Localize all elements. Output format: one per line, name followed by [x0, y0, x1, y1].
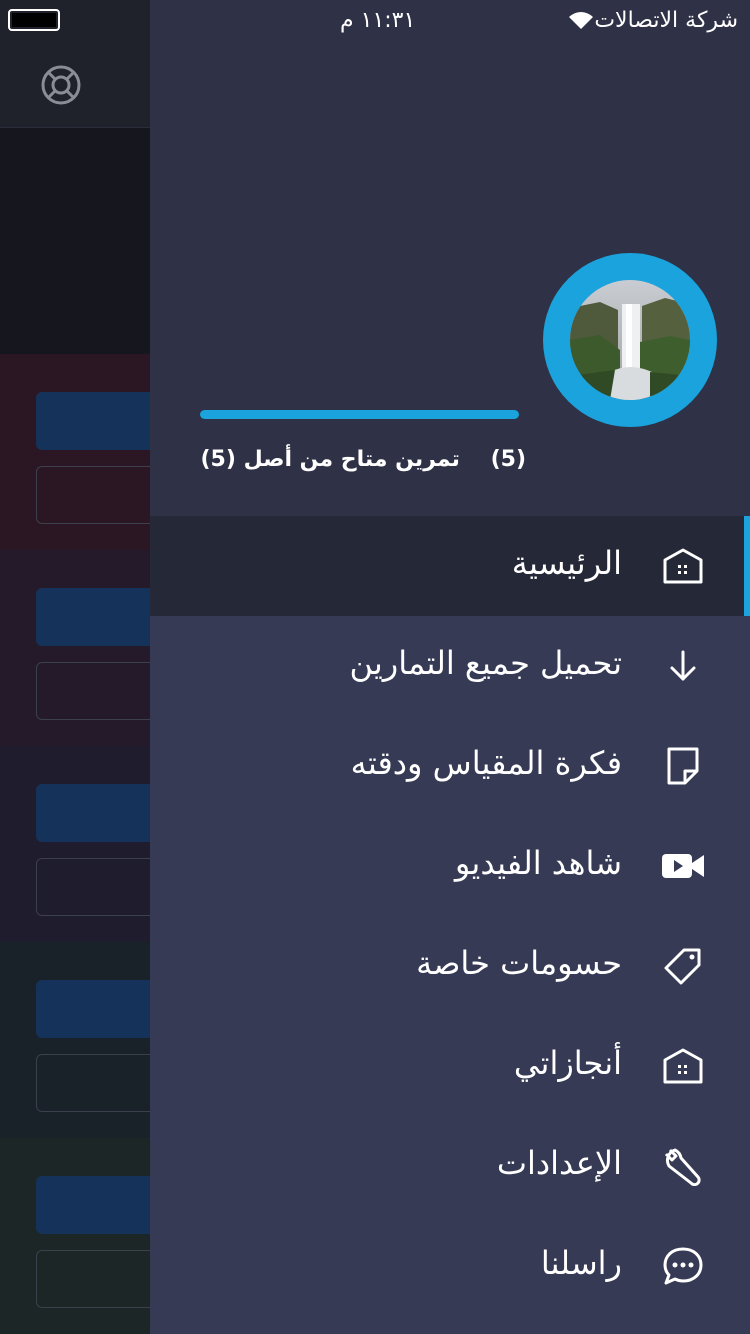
progress-total: (5) — [200, 447, 236, 472]
menu-item-home[interactable]: الرئيسية — [150, 516, 750, 616]
waterfall-image — [570, 280, 690, 400]
menu-item-label: شاهد الفيديو — [454, 844, 622, 882]
menu-item-label: الرئيسية — [511, 544, 622, 582]
drawer-menu: الرئيسية تحميل جميع التمارين فكرة المقيا… — [150, 516, 750, 1316]
exercise-progress-bar — [200, 410, 519, 419]
avatar[interactable] — [570, 280, 690, 400]
progress-label: تمرين متاح من أصل — [243, 447, 460, 472]
status-carrier: شركة الاتصالات — [594, 8, 738, 33]
battery-icon — [8, 9, 60, 31]
wifi-icon — [569, 12, 593, 29]
progress-fill — [200, 410, 519, 419]
menu-item-label: فكرة المقياس ودقته — [350, 744, 622, 782]
menu-item-contact-us[interactable]: راسلنا — [150, 1216, 750, 1316]
drawer-header: (5) تمرين متاح من أصل (5) — [150, 0, 750, 516]
menu-item-scale-idea[interactable]: فكرة المقياس ودقته — [150, 716, 750, 816]
menu-item-label: حسومات خاصة — [416, 944, 622, 982]
avatar-ring — [543, 253, 717, 427]
menu-item-special-discounts[interactable]: حسومات خاصة — [150, 916, 750, 1016]
document-icon — [661, 746, 705, 786]
progress-count: (5) — [490, 447, 526, 472]
menu-item-label: تحميل جميع التمارين — [349, 644, 622, 682]
menu-item-achievements[interactable]: أنجازاتي — [150, 1016, 750, 1116]
menu-item-settings[interactable]: الإعدادات — [150, 1116, 750, 1216]
menu-item-download-all[interactable]: تحميل جميع التمارين — [150, 616, 750, 716]
video-camera-icon — [661, 846, 705, 886]
navigation-drawer: (5) تمرين متاح من أصل (5) الرئيسية تحميل… — [150, 0, 750, 1334]
lifebuoy-icon[interactable] — [40, 64, 82, 106]
wrench-icon — [661, 1146, 705, 1186]
exercise-progress-text: (5) تمرين متاح من أصل (5) — [196, 447, 526, 472]
achievements-icon — [661, 1046, 705, 1086]
home-icon — [661, 546, 705, 586]
chat-bubble-icon — [661, 1246, 705, 1286]
menu-item-label: الإعدادات — [496, 1144, 622, 1182]
menu-item-label: راسلنا — [540, 1244, 622, 1282]
download-arrow-icon — [661, 646, 705, 686]
status-time: ١١:٣١ م — [340, 8, 416, 33]
menu-item-watch-video[interactable]: شاهد الفيديو — [150, 816, 750, 916]
tag-icon — [661, 946, 705, 986]
menu-item-label: أنجازاتي — [513, 1044, 622, 1082]
